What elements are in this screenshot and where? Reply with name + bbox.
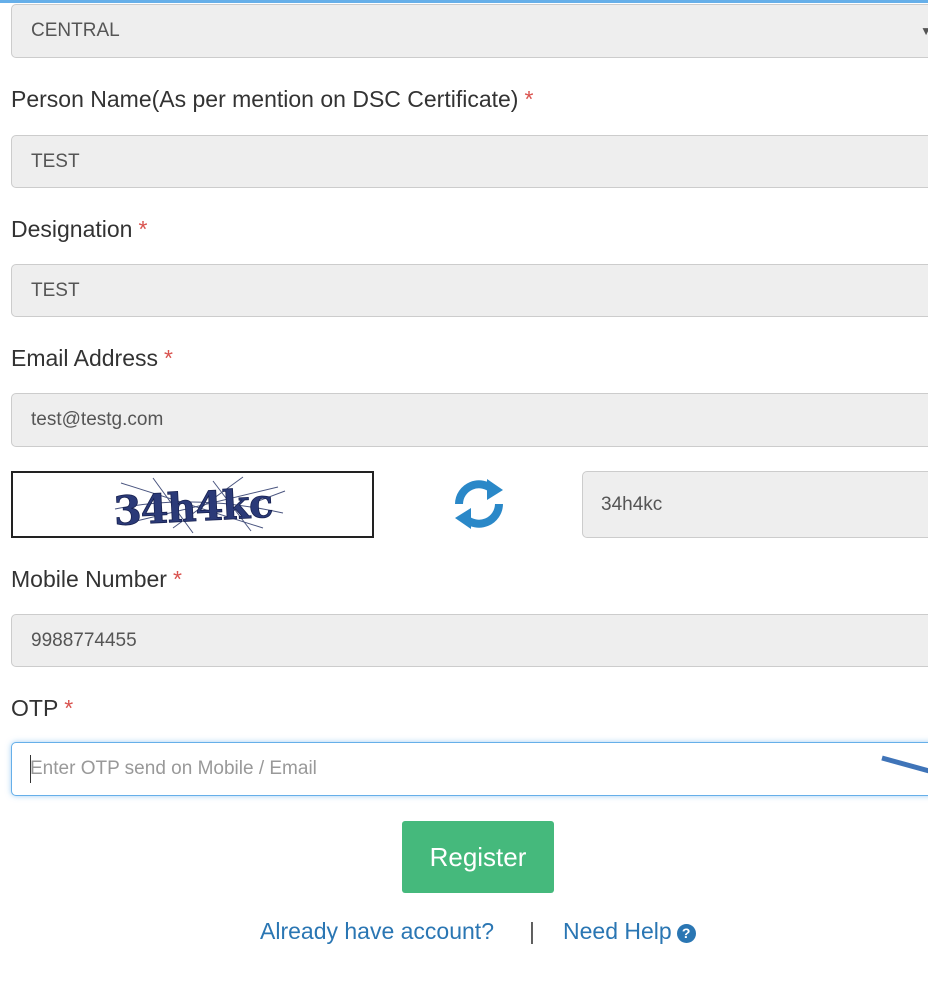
register-button[interactable]: Register <box>402 821 554 893</box>
question-circle-icon: ? <box>676 923 696 943</box>
need-help-label: Need Help <box>563 918 672 944</box>
required-mark: * <box>172 566 182 592</box>
captcha-graphic: 34h4kc <box>112 476 286 536</box>
designation-value: TEST <box>31 279 80 301</box>
otp-input[interactable] <box>11 742 928 796</box>
mobile-value: 9988774455 <box>31 629 137 651</box>
mobile-field[interactable]: 9988774455 <box>11 614 928 667</box>
required-mark: * <box>64 695 74 721</box>
captcha-input-value: 34h4kc <box>601 493 663 515</box>
captcha-text: 34h4kc <box>113 480 274 535</box>
email-label: Email Address * <box>11 345 173 371</box>
refresh-icon[interactable] <box>451 478 507 530</box>
email-field[interactable]: test@testg.com <box>11 393 928 447</box>
captcha-input[interactable]: 34h4kc <box>582 471 928 538</box>
already-have-account-link[interactable]: Already have account? <box>260 918 494 945</box>
chevron-down-icon: ▼ <box>920 24 928 38</box>
top-border <box>0 0 928 3</box>
captcha-image: 34h4kc <box>11 471 374 538</box>
region-select[interactable]: CENTRAL ▼ <box>11 4 928 58</box>
person-name-field[interactable]: TEST <box>11 135 928 188</box>
text-cursor <box>30 755 31 783</box>
designation-label: Designation * <box>11 216 148 242</box>
otp-label: OTP * <box>11 695 74 721</box>
person-name-label: Person Name(As per mention on DSC Certif… <box>11 86 534 112</box>
region-select-value: CENTRAL <box>31 20 120 41</box>
mobile-label: Mobile Number * <box>11 566 182 592</box>
pointer-arrow-icon <box>881 755 928 774</box>
required-mark: * <box>164 345 173 371</box>
designation-field[interactable]: TEST <box>11 264 928 317</box>
need-help-link[interactable]: Need Help? <box>563 918 696 945</box>
person-name-value: TEST <box>31 150 80 172</box>
email-value: test@testg.com <box>31 409 164 430</box>
required-mark: * <box>524 86 534 112</box>
required-mark: * <box>138 216 148 242</box>
link-separator: | <box>529 918 535 944</box>
